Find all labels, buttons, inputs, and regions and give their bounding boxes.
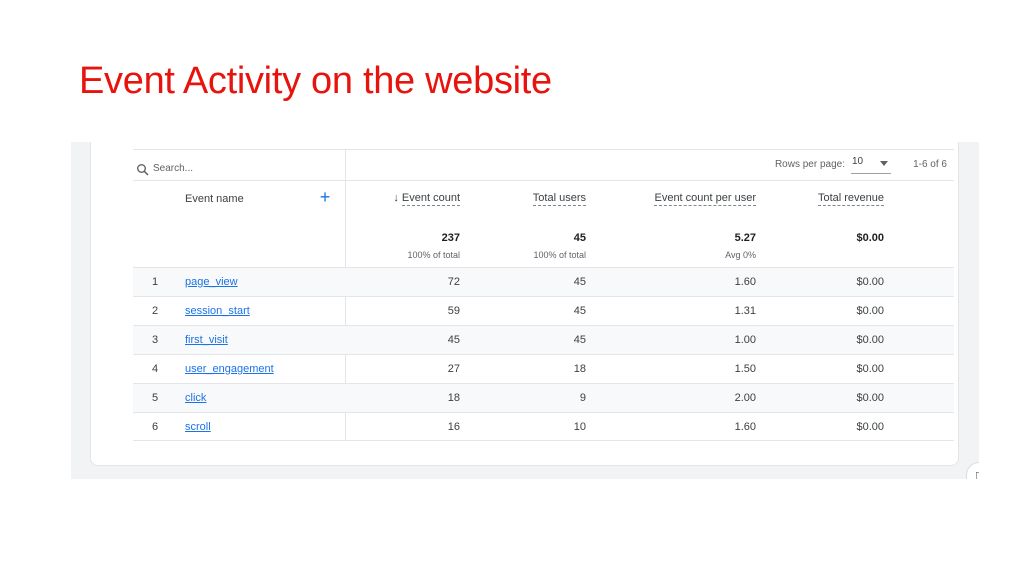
- column-header-total-revenue-label: Total revenue: [817, 192, 884, 206]
- revenue-cell: $0.00: [856, 305, 884, 317]
- revenue-cell: $0.00: [856, 334, 884, 346]
- feedback-icon: □: [976, 468, 979, 479]
- report-card: Rows per page: 10 1-6 of 6 Event name + …: [90, 142, 959, 466]
- event-count-cell: 59: [447, 305, 460, 317]
- per-user-cell: 1.60: [734, 421, 756, 433]
- rows-per-page-value: 10: [852, 156, 864, 167]
- caret-down-icon: [880, 161, 888, 166]
- event-count-cell: 27: [447, 363, 460, 375]
- analytics-screenshot: Rows per page: 10 1-6 of 6 Event name + …: [71, 142, 979, 479]
- column-header-event-count-per-user[interactable]: Event count per user: [654, 192, 756, 206]
- event-count-cell: 72: [447, 276, 460, 288]
- column-header-event-count[interactable]: ↓ Event count: [393, 192, 460, 206]
- total-users-cell: 45: [573, 334, 586, 346]
- arrow-down-icon: ↓: [393, 192, 399, 204]
- slide-title: Event Activity on the website: [79, 60, 552, 102]
- total-users-cell: 18: [573, 363, 586, 375]
- revenue-cell: $0.00: [856, 276, 884, 288]
- row-index: 1: [152, 276, 159, 288]
- event-name-link[interactable]: session_start: [185, 305, 250, 317]
- event-name-link[interactable]: first_visit: [185, 334, 228, 346]
- pagination-range: 1-6 of 6: [913, 159, 947, 170]
- table-row: 5 click 18 9 2.00 $0.00: [133, 384, 954, 413]
- total-event-count-per-user: 5.27: [734, 232, 756, 244]
- table-row: 2 session_start 59 45 1.31 $0.00: [133, 297, 954, 326]
- total-users-cell: 45: [573, 276, 586, 288]
- column-header-event-name: Event name: [185, 193, 244, 205]
- table-row: 1 page_view 72 45 1.60 $0.00: [133, 268, 954, 297]
- total-event-count-sub: 100% of total: [407, 250, 460, 260]
- divider: [133, 440, 954, 441]
- feedback-button[interactable]: □: [966, 462, 979, 479]
- per-user-cell: 1.31: [734, 305, 756, 317]
- total-users-sub: 100% of total: [533, 250, 586, 260]
- per-user-cell: 2.00: [734, 392, 756, 404]
- event-count-cell: 16: [447, 421, 460, 433]
- search-input[interactable]: [153, 158, 313, 178]
- total-event-count-per-user-sub: Avg 0%: [725, 250, 756, 260]
- plus-icon: +: [319, 187, 331, 207]
- divider: [133, 180, 954, 181]
- rows-per-page-select[interactable]: 10: [851, 156, 891, 174]
- total-revenue: $0.00: [856, 232, 884, 244]
- row-index: 4: [152, 363, 159, 375]
- event-count-cell: 45: [447, 334, 460, 346]
- revenue-cell: $0.00: [856, 363, 884, 375]
- table-row: 6 scroll 16 10 1.60 $0.00: [133, 413, 954, 442]
- revenue-cell: $0.00: [856, 421, 884, 433]
- total-users-cell: 9: [579, 392, 586, 404]
- per-user-cell: 1.00: [734, 334, 756, 346]
- search-icon: [137, 164, 149, 176]
- revenue-cell: $0.00: [856, 392, 884, 404]
- event-name-link[interactable]: scroll: [185, 421, 211, 433]
- event-name-link[interactable]: user_engagement: [185, 363, 274, 375]
- column-header-per-user-label: Event count per user: [654, 192, 756, 206]
- table-row: 3 first_visit 45 45 1.00 $0.00: [133, 326, 954, 355]
- per-user-cell: 1.60: [734, 276, 756, 288]
- event-name-link[interactable]: page_view: [185, 276, 238, 288]
- rows-per-page-label: Rows per page:: [774, 159, 845, 170]
- per-user-cell: 1.50: [734, 363, 756, 375]
- add-dimension-button[interactable]: +: [317, 187, 333, 207]
- divider: [133, 149, 954, 150]
- row-index: 3: [152, 334, 159, 346]
- column-header-event-count-label: Event count: [401, 192, 460, 206]
- total-users-cell: 10: [573, 421, 586, 433]
- total-users: 45: [573, 232, 586, 244]
- event-count-cell: 18: [447, 392, 460, 404]
- total-users-cell: 45: [573, 305, 586, 317]
- table-row: 4 user_engagement 27 18 1.50 $0.00: [133, 355, 954, 384]
- row-index: 6: [152, 421, 159, 433]
- column-header-total-revenue[interactable]: Total revenue: [817, 192, 884, 206]
- row-index: 5: [152, 392, 159, 404]
- column-header-total-users-label: Total users: [532, 192, 586, 206]
- total-event-count: 237: [441, 232, 460, 244]
- events-table: Rows per page: 10 1-6 of 6 Event name + …: [133, 149, 954, 442]
- row-index: 2: [152, 305, 159, 317]
- event-name-link[interactable]: click: [185, 392, 206, 404]
- column-header-total-users[interactable]: Total users: [532, 192, 586, 206]
